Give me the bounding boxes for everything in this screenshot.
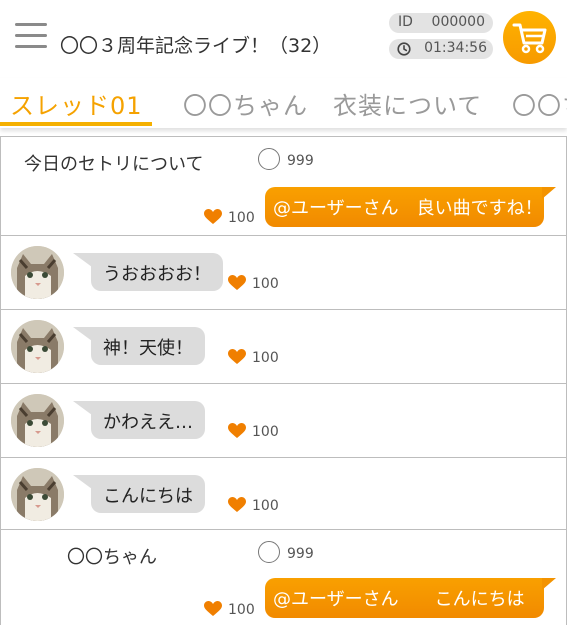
tab-more[interactable]: 〇〇ち [512, 86, 567, 121]
tab-thread-01[interactable]: スレッド01 [10, 86, 143, 121]
like-count: 100 [252, 498, 279, 514]
message-bubble: 神！天使！ [73, 327, 205, 365]
avatar[interactable] [11, 320, 64, 373]
message-bubble: うおおおお！ [73, 253, 223, 291]
reply-comment-bubble: @ユーザーさん こんにちは [265, 578, 556, 618]
message-bubble: かわええ… [73, 401, 205, 439]
cart-button[interactable] [503, 11, 556, 64]
like-count: 100 [228, 210, 255, 226]
heart-icon[interactable] [204, 209, 222, 225]
tab-costume[interactable]: 衣装について [333, 86, 482, 121]
chat-message: 神！天使！ 100 [0, 309, 567, 383]
like-count: 100 [252, 350, 279, 366]
heart-icon[interactable] [204, 601, 222, 617]
heart-icon[interactable] [228, 423, 246, 439]
avatar[interactable] [11, 468, 64, 521]
reply-circle-icon[interactable] [258, 148, 280, 170]
tab-chan[interactable]: 〇〇ちゃん [183, 86, 308, 121]
shopping-cart-icon [512, 23, 547, 54]
thread-card[interactable]: 今日のセトリについて 999 100 @ユーザーさん 良い曲ですね！ [0, 136, 567, 236]
cat-avatar-icon [11, 394, 64, 447]
avatar[interactable] [11, 394, 64, 447]
message-bubble: こんにちは [73, 475, 205, 513]
heart-icon[interactable] [228, 497, 246, 513]
hamburger-menu-icon[interactable] [15, 23, 47, 51]
like-count: 100 [252, 424, 279, 440]
reply-count: 999 [287, 153, 314, 169]
heart-icon[interactable] [228, 349, 246, 365]
thread-card[interactable]: 〇〇ちゃん 999 100 @ユーザーさん こんにちは [0, 529, 567, 625]
heart-icon[interactable] [228, 275, 246, 291]
timer-value: 01:34:56 [424, 40, 487, 56]
thread-tabs: スレッド01 〇〇ちゃん 衣装について 〇〇ち [0, 78, 567, 128]
avatar[interactable] [11, 246, 64, 299]
clock-icon [397, 42, 411, 56]
user-id-badge: ID 000000 [389, 13, 493, 33]
message-feed[interactable]: 今日のセトリについて 999 100 @ユーザーさん 良い曲ですね！ うおおおお… [0, 136, 567, 625]
event-title: 〇〇３周年記念ライブ！（32） [60, 35, 332, 57]
chat-message: こんにちは 100 [0, 457, 567, 531]
id-value: 000000 [431, 14, 485, 30]
reply-circle-icon[interactable] [258, 541, 280, 563]
like-count: 100 [252, 276, 279, 292]
cat-avatar-icon [11, 246, 64, 299]
reply-count: 999 [287, 546, 314, 562]
cat-avatar-icon [11, 468, 64, 521]
thread-title: 〇〇ちゃん [67, 547, 157, 568]
timer-badge: 01:34:56 [389, 39, 493, 59]
active-tab-indicator [0, 122, 152, 126]
id-label: ID [398, 14, 413, 30]
reply-comment-bubble: @ユーザーさん 良い曲ですね！ [265, 187, 556, 227]
cat-avatar-icon [11, 320, 64, 373]
app-header: 〇〇３周年記念ライブ！（32） ID 000000 01:34:56 [0, 0, 567, 78]
like-count: 100 [228, 602, 255, 618]
chat-message: うおおおお！ 100 [0, 235, 567, 309]
thread-title: 今日のセトリについて [24, 154, 204, 175]
chat-message: かわええ… 100 [0, 383, 567, 457]
